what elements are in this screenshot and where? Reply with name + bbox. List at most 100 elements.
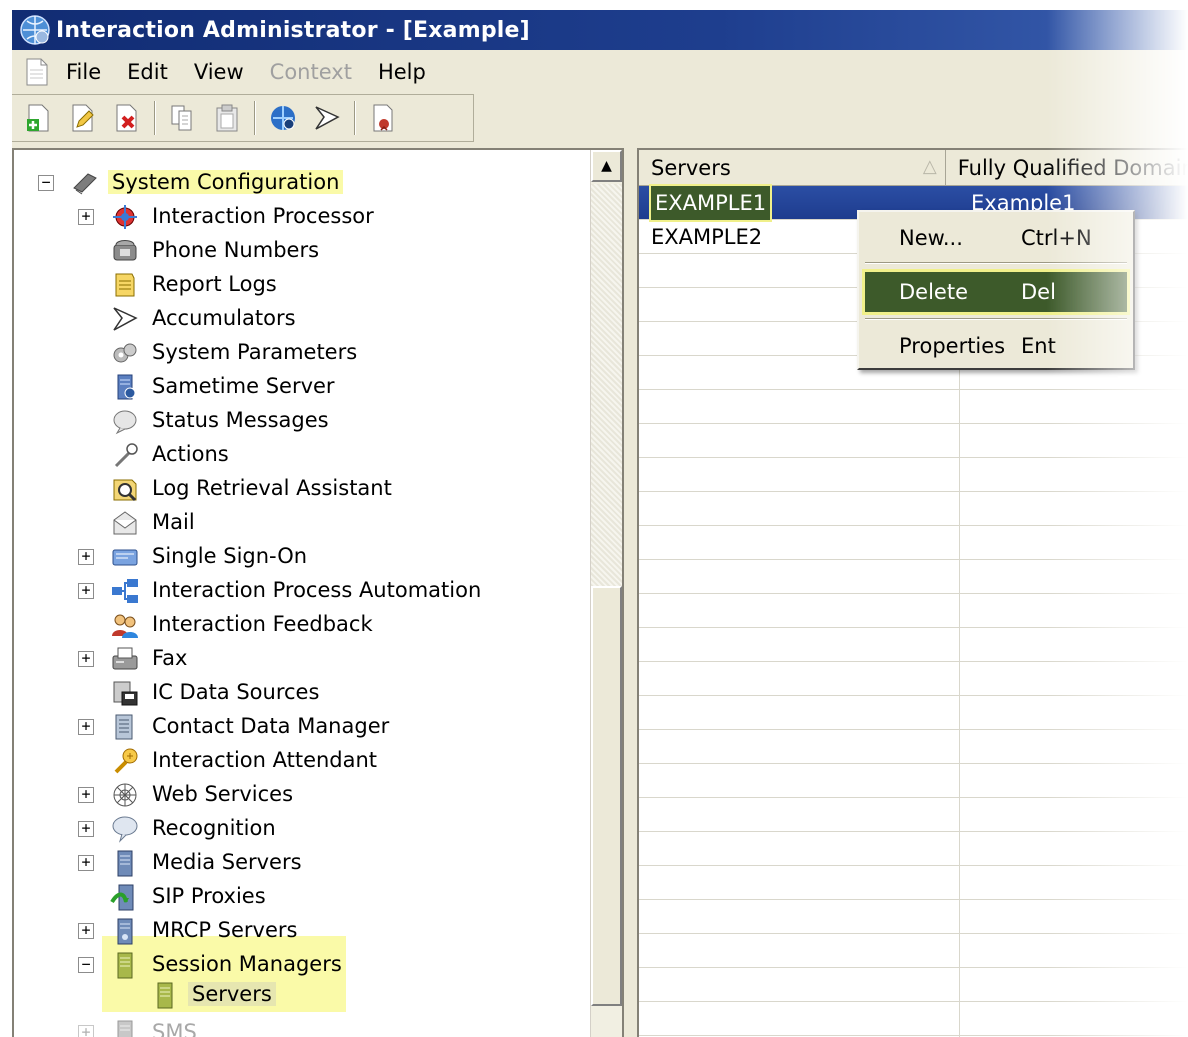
collapse-toggle[interactable]: − [38,175,54,191]
expand-toggle[interactable]: + [78,549,94,565]
tree-item-log-retrieval-assistant[interactable]: Log Retrieval Assistant [14,474,574,504]
tree-item-label: Interaction Attendant [152,748,378,772]
tree-item-interaction-processor[interactable]: + Interaction Processor [14,202,574,232]
expand-toggle[interactable]: + [78,787,94,803]
tree-view: − System Configuration + Interaction Proc… [14,150,590,1037]
data-sources-icon [113,681,138,706]
tree-item-recognition[interactable]: + Recognition [14,814,574,844]
tree-item-interaction-feedback[interactable]: Interaction Feedback [14,610,574,640]
tree-item-interaction-attendant[interactable]: Interaction Attendant [14,746,574,776]
context-new-label: New... [899,226,963,250]
tree-item-report-logs[interactable]: Report Logs [14,270,574,300]
tree-item-status-messages[interactable]: Status Messages [14,406,574,436]
connect-button[interactable] [266,101,300,135]
report-logs-icon [115,273,135,297]
expand-toggle[interactable]: + [78,209,94,225]
tree-item-label: SMS [152,1020,197,1037]
scroll-track[interactable] [591,184,622,586]
menu-file[interactable]: File [66,60,101,84]
tree-item-actions[interactable]: Actions [14,440,574,470]
collapse-toggle[interactable]: − [78,957,94,973]
expand-toggle[interactable]: + [78,651,94,667]
tree-item-label: Recognition [152,816,276,840]
context-menu-new[interactable]: New... Ctrl+N [865,218,1127,258]
expand-toggle[interactable]: + [78,855,94,871]
accumulator-button[interactable] [310,101,344,135]
actions-icon [114,443,138,468]
tree-item-interaction-process-automation[interactable]: + Interaction Process Automation [14,576,574,606]
menu-help[interactable]: Help [378,60,426,84]
tree-item-label: Phone Numbers [152,238,320,262]
column-header-servers[interactable]: Servers △ [639,150,946,186]
table-row [639,628,1188,662]
scroll-up-arrow-icon: ▲ [601,158,612,174]
tree-item-mail[interactable]: Mail [14,508,574,538]
tree-item-label: Session Managers [152,952,342,976]
media-servers-icon [117,850,133,877]
tree-item-label: Interaction Process Automation [152,578,482,602]
context-properties-shortcut: Ent [1021,334,1056,358]
tree-item-label: Actions [152,442,229,466]
menu-edit[interactable]: Edit [127,60,168,84]
edit-button[interactable] [66,101,100,135]
tree-item-web-services[interactable]: + Web Services [14,780,574,810]
table-row [639,662,1188,696]
recognition-icon [112,816,138,843]
expand-toggle[interactable]: + [78,1025,94,1037]
tree-item-servers[interactable]: Servers [14,980,574,1010]
log-retrieval-icon [113,479,137,502]
expand-toggle[interactable]: + [78,923,94,939]
tree-item-label: Servers [188,982,276,1006]
expand-toggle[interactable]: + [78,821,94,837]
column-header-fqdn-label: Fully Qualified Domain [957,156,1188,180]
table-row [639,1002,1188,1036]
report-icon [373,104,393,132]
tree-item-mrcp-servers[interactable]: + MRCP Servers [14,916,574,946]
tree-scrollbar[interactable]: ▲ [590,150,622,1037]
interaction-processor-icon [113,205,137,229]
tree-item-label: Accumulators [152,306,296,330]
table-row [639,526,1188,560]
table-row [639,458,1188,492]
tree-item-sms[interactable]: + SMS [14,1018,574,1037]
expand-toggle[interactable]: + [78,719,94,735]
tree-item-fax[interactable]: + Fax [14,644,574,674]
menu-view[interactable]: View [194,60,244,84]
web-services-icon [113,783,137,807]
sms-icon [117,1020,133,1037]
delete-button[interactable] [110,101,144,135]
paste-button[interactable] [210,101,244,135]
sametime-server-icon [117,374,136,400]
sip-proxies-icon [110,884,134,911]
tree-item-ic-data-sources[interactable]: IC Data Sources [14,678,574,708]
context-properties-label: Properties [899,334,1006,358]
system-configuration-icon [73,173,97,195]
toolbar-separator [254,101,256,135]
accumulator-icon [315,106,340,130]
table-row [639,900,1188,934]
tree-item-media-servers[interactable]: + Media Servers [14,848,574,878]
tree-item-system-parameters[interactable]: System Parameters [14,338,574,368]
phone-icon [113,240,137,261]
tree-item-accumulators[interactable]: Accumulators [14,304,574,334]
tree-item-sip-proxies[interactable]: SIP Proxies [14,882,574,912]
tree-item-contact-data-manager[interactable]: + Contact Data Manager [14,712,574,742]
expand-toggle[interactable]: + [78,583,94,599]
connect-icon [271,106,295,130]
tree-item-single-sign-on[interactable]: + Single Sign-On [14,542,574,572]
table-row [639,424,1188,458]
app-globe-icon [20,15,50,45]
copy-button[interactable] [166,101,200,135]
context-menu-properties[interactable]: Properties Ent [865,326,1127,366]
tree-item-session-managers[interactable]: − Session Managers [14,950,574,980]
report-button[interactable] [366,101,400,135]
title-bar: Interaction Administrator - [Example] [12,10,1188,50]
scroll-thumb[interactable] [591,586,622,1006]
context-menu-delete[interactable]: Delete Del [862,269,1130,315]
scroll-up-button[interactable]: ▲ [591,150,622,182]
tree-item-phone-numbers[interactable]: Phone Numbers [14,236,574,266]
tree-root-row[interactable]: − System Configuration [14,168,574,198]
new-button[interactable] [22,101,56,135]
column-header-fqdn[interactable]: Fully Qualified Domain [946,150,1188,186]
tree-item-sametime-server[interactable]: Sametime Server [14,372,574,402]
